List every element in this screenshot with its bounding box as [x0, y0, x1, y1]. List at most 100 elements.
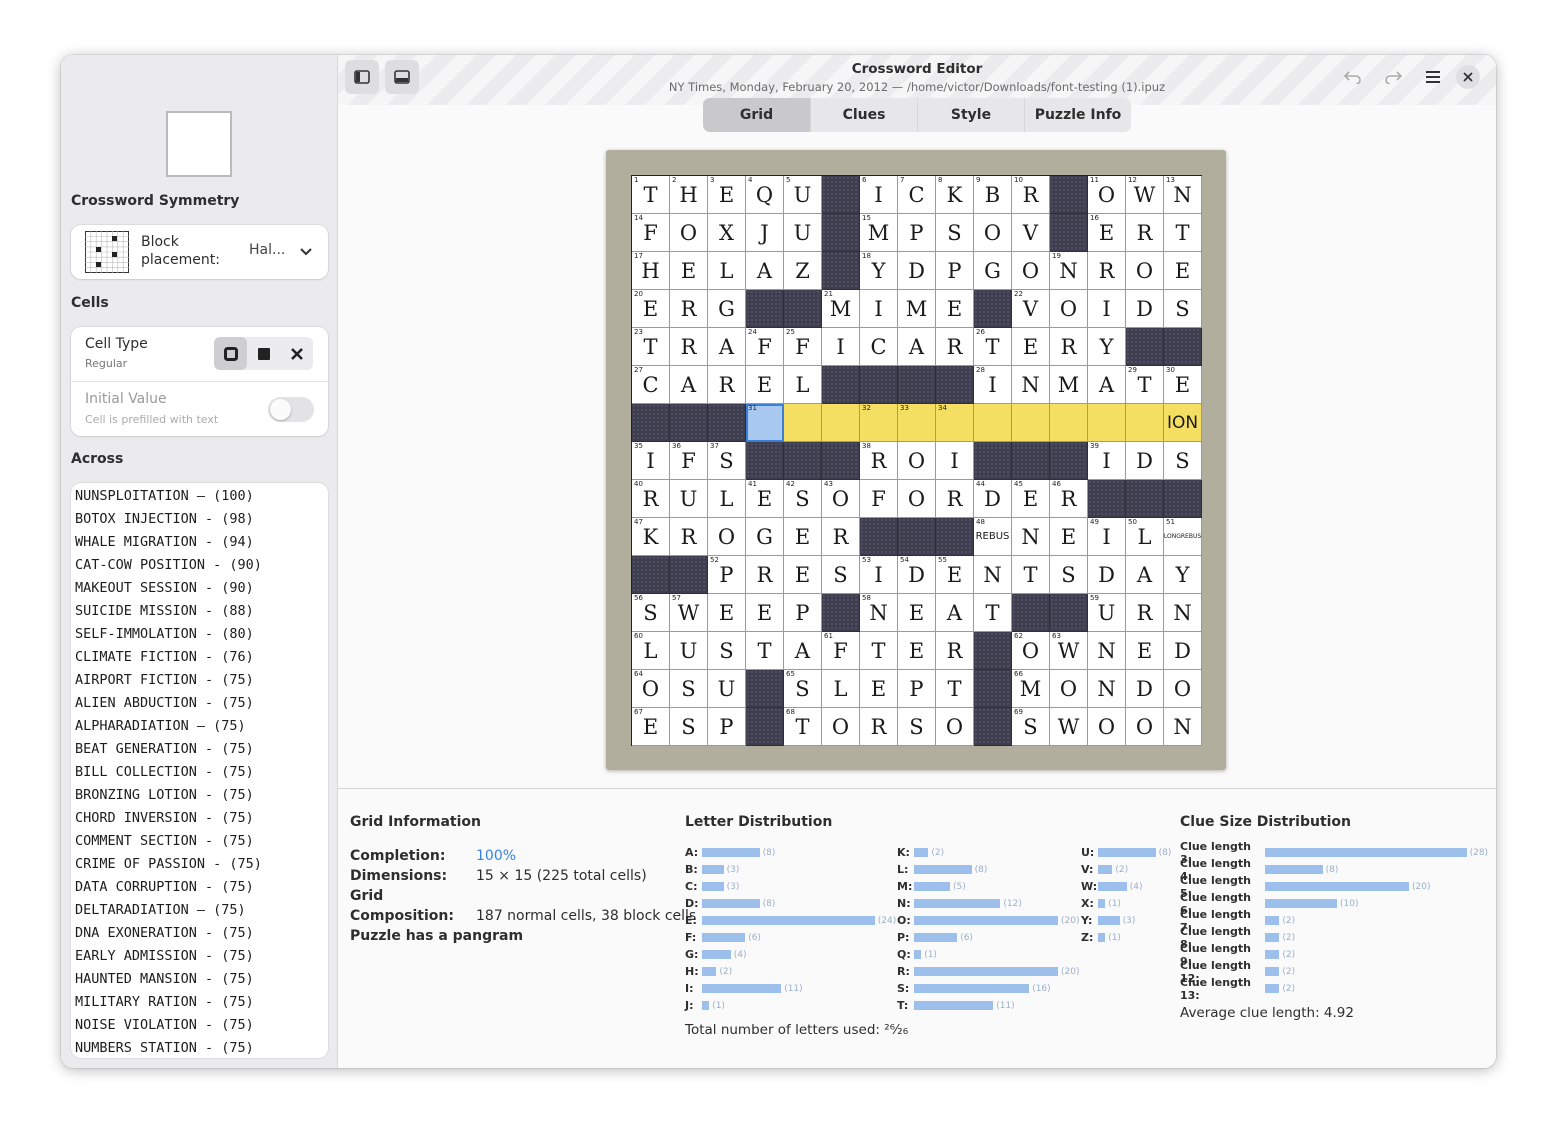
grid-cell[interactable]: 62 O	[1012, 632, 1050, 670]
grid-cell[interactable]: D	[1164, 632, 1202, 670]
block-cell[interactable]	[974, 670, 1012, 708]
grid-cell[interactable]: P	[708, 708, 746, 746]
grid-cell[interactable]: A	[936, 594, 974, 632]
grid-cell[interactable]: O	[1164, 670, 1202, 708]
tab-clues[interactable]: Clues	[810, 98, 917, 132]
grid-cell[interactable]: 57 W	[670, 594, 708, 632]
grid-cell[interactable]: E	[746, 594, 784, 632]
grid-cell[interactable]: A	[1088, 366, 1126, 404]
grid-cell[interactable]: R	[746, 556, 784, 594]
grid-cell[interactable]: R	[1126, 594, 1164, 632]
tab-style[interactable]: Style	[917, 98, 1024, 132]
grid-cell[interactable]: P	[784, 594, 822, 632]
grid-cell[interactable]: E	[784, 556, 822, 594]
grid-cell[interactable]: 35 I	[632, 442, 670, 480]
across-clue-item[interactable]: DNA EXONERATION - (75)	[71, 922, 328, 945]
grid-cell[interactable]: 66 M	[1012, 670, 1050, 708]
grid-cell[interactable]: E	[1126, 632, 1164, 670]
block-cell[interactable]	[632, 404, 670, 442]
grid-cell[interactable]: 52 P	[708, 556, 746, 594]
grid-cell[interactable]: E	[1164, 252, 1202, 290]
grid-cell[interactable]: N	[1164, 708, 1202, 746]
grid-cell[interactable]: D	[1126, 670, 1164, 708]
grid-cell[interactable]: D	[1126, 442, 1164, 480]
block-cell[interactable]	[1126, 328, 1164, 366]
grid-cell[interactable]: ION	[1164, 404, 1202, 442]
grid-cell[interactable]: 4Q	[746, 176, 784, 214]
grid-cell[interactable]: D	[1088, 556, 1126, 594]
initial-value-switch[interactable]	[268, 397, 314, 422]
grid-cell[interactable]: R	[1050, 328, 1088, 366]
grid-cell[interactable]: 10 R	[1012, 176, 1050, 214]
block-cell[interactable]	[784, 442, 822, 480]
grid-cell[interactable]: 44 D	[974, 480, 1012, 518]
grid-cell[interactable]: T	[974, 594, 1012, 632]
grid-cell[interactable]: O	[1050, 290, 1088, 328]
across-clue-item[interactable]: DATA CORRUPTION - (75)	[71, 876, 328, 899]
block-cell[interactable]	[822, 176, 860, 214]
grid-cell[interactable]: Z	[784, 252, 822, 290]
grid-cell[interactable]: T	[1164, 214, 1202, 252]
grid-cell[interactable]	[1012, 404, 1050, 442]
grid-cell[interactable]	[974, 404, 1012, 442]
regular-cell-button[interactable]	[214, 337, 247, 370]
grid-cell[interactable]: 31	[746, 404, 784, 442]
grid-cell[interactable]: I	[822, 328, 860, 366]
across-clue-item[interactable]: SELF-IMMOLATION - (80)	[71, 623, 328, 646]
grid-cell[interactable]: N	[1012, 518, 1050, 556]
grid-cell[interactable]: 21 M	[822, 290, 860, 328]
grid-cell[interactable]: E	[670, 252, 708, 290]
grid-cell[interactable]: D	[1126, 290, 1164, 328]
block-cell[interactable]	[746, 442, 784, 480]
block-cell[interactable]	[822, 442, 860, 480]
block-cell[interactable]	[822, 214, 860, 252]
grid-cell[interactable]: 5U	[784, 176, 822, 214]
grid-cell[interactable]: U	[784, 214, 822, 252]
across-clue-item[interactable]: CHORD INVERSION - (75)	[71, 807, 328, 830]
grid-cell[interactable]: 60 L	[632, 632, 670, 670]
redo-button[interactable]	[1376, 60, 1410, 94]
grid-cell[interactable]: 40 R	[632, 480, 670, 518]
grid-cell[interactable]: E	[898, 632, 936, 670]
grid-cell[interactable]: 16 E	[1088, 214, 1126, 252]
grid-cell[interactable]: 53 I	[860, 556, 898, 594]
across-clue-item[interactable]: MILITARY RATION - (75)	[71, 991, 328, 1014]
grid-cell[interactable]: 14 F	[632, 214, 670, 252]
grid-cell[interactable]: 1T	[632, 176, 670, 214]
block-cell[interactable]	[670, 556, 708, 594]
grid-cell[interactable]: M	[898, 290, 936, 328]
block-cell[interactable]	[860, 366, 898, 404]
block-cell[interactable]	[898, 518, 936, 556]
across-clue-item[interactable]: DELTARADIATION — (75)	[71, 899, 328, 922]
grid-cell[interactable]: T	[860, 632, 898, 670]
grid-cell[interactable]: S	[822, 556, 860, 594]
grid-cell[interactable]: 19 N	[1050, 252, 1088, 290]
grid-cell[interactable]: X	[708, 214, 746, 252]
block-cell[interactable]	[1088, 480, 1126, 518]
block-cell[interactable]	[1012, 594, 1050, 632]
grid-cell[interactable]: Y	[1164, 556, 1202, 594]
grid-cell[interactable]: 3E	[708, 176, 746, 214]
grid-cell[interactable]: 23 T	[632, 328, 670, 366]
grid-cell[interactable]: 56 S	[632, 594, 670, 632]
block-cell[interactable]	[822, 366, 860, 404]
grid-cell[interactable]: U	[670, 480, 708, 518]
grid-cell[interactable]: L	[708, 252, 746, 290]
grid-cell[interactable]: 59 U	[1088, 594, 1126, 632]
grid-cell[interactable]: O	[670, 214, 708, 252]
grid-cell[interactable]: I	[1088, 290, 1126, 328]
block-cell[interactable]	[822, 252, 860, 290]
grid-cell[interactable]: R	[708, 366, 746, 404]
grid-cell[interactable]: E	[1012, 328, 1050, 366]
block-cell[interactable]	[1126, 480, 1164, 518]
grid-cell[interactable]: L	[784, 366, 822, 404]
grid-cell[interactable]: N	[1164, 594, 1202, 632]
grid-cell[interactable]: 61 F	[822, 632, 860, 670]
grid-cell[interactable]: F	[860, 480, 898, 518]
grid-cell[interactable]: U	[670, 632, 708, 670]
across-clue-item[interactable]: BILL COLLECTION - (75)	[71, 761, 328, 784]
grid-cell[interactable]: O	[898, 442, 936, 480]
across-clue-item[interactable]: ALPHARADIATION — (75)	[71, 715, 328, 738]
grid-cell[interactable]: Y	[1088, 328, 1126, 366]
block-cell[interactable]	[784, 290, 822, 328]
